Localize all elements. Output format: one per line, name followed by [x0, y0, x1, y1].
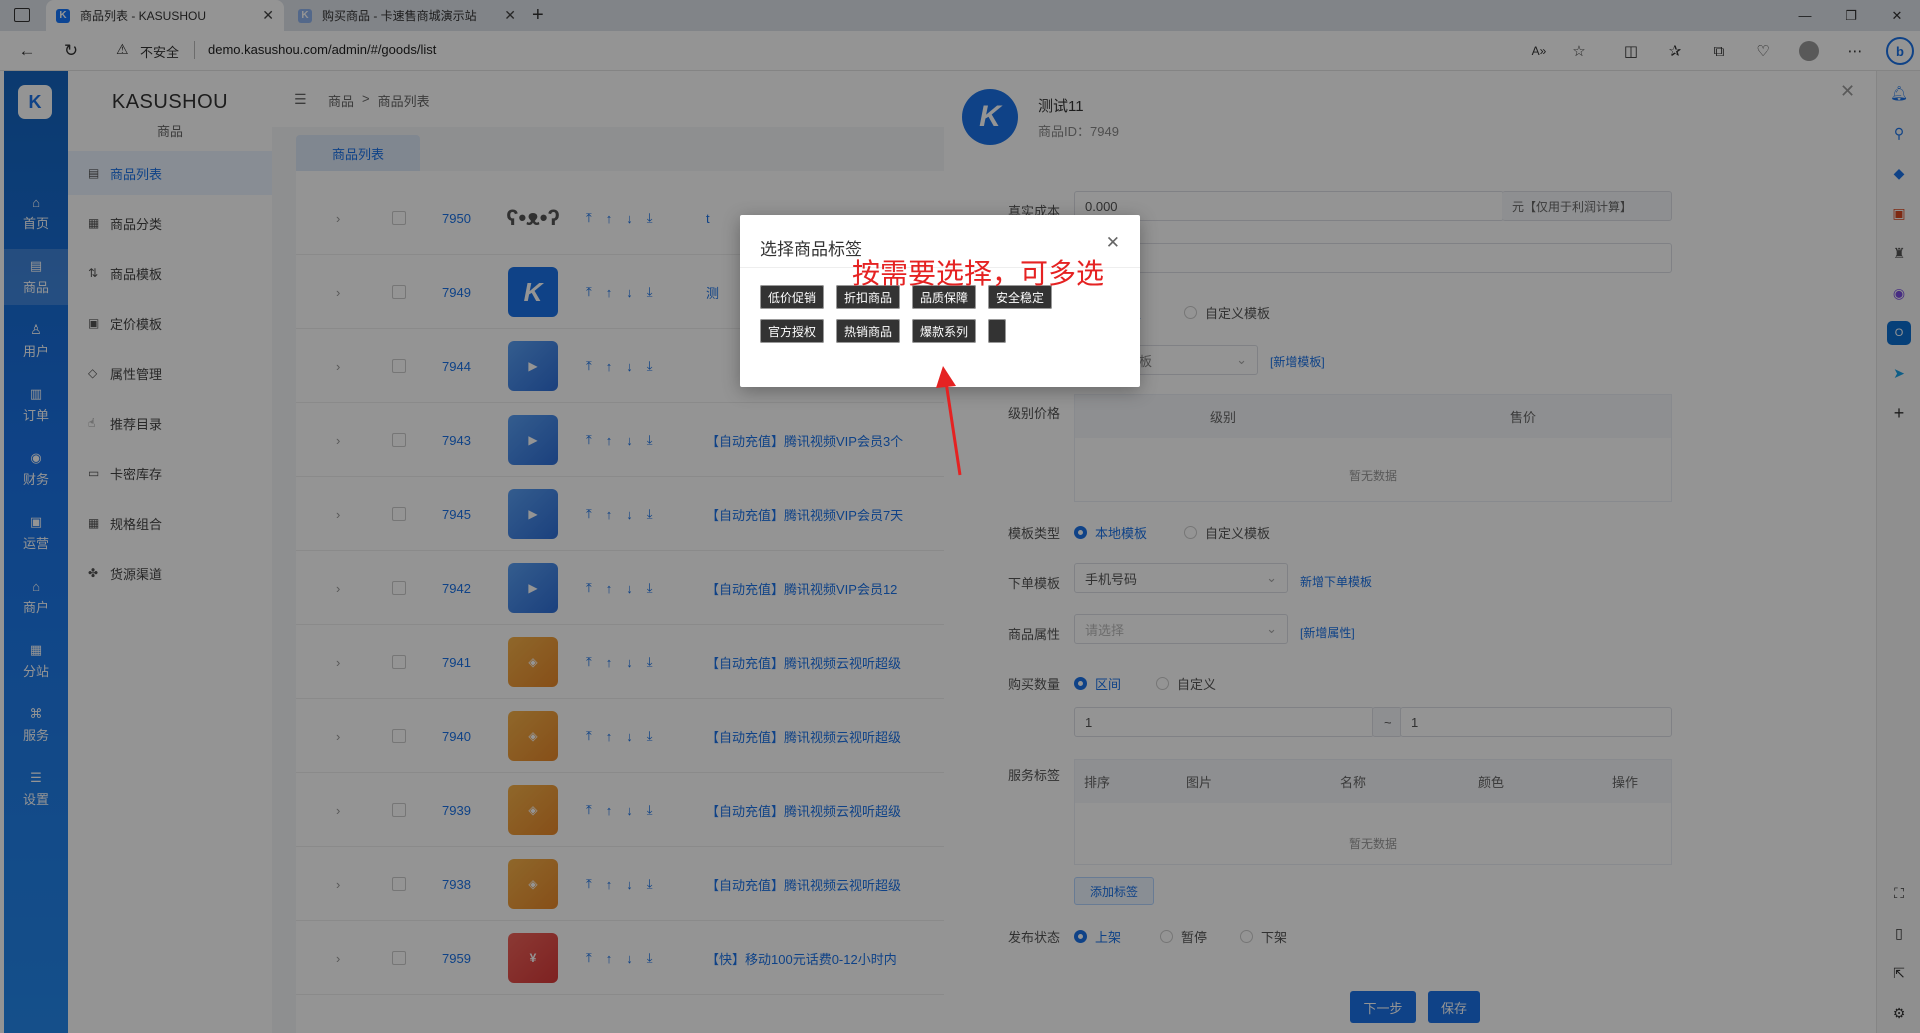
tag-option[interactable]: 热销商品	[836, 319, 901, 343]
close-icon[interactable]: ✕	[1106, 233, 1120, 253]
annotation-text: 按需要选择，可多选	[852, 258, 1105, 289]
tag-option[interactable]: 低价促销	[760, 285, 825, 309]
tag-option[interactable]: 官方授权	[760, 319, 825, 343]
annotation-arrow	[936, 366, 962, 476]
tag-option[interactable]: 爆款系列	[912, 319, 977, 343]
modal-overlay[interactable]	[0, 0, 1920, 1033]
arrow-head	[936, 366, 956, 388]
arrow-shaft	[944, 381, 962, 476]
tag-option[interactable]	[988, 319, 1006, 343]
dialog-title: 选择商品标签	[760, 240, 862, 259]
